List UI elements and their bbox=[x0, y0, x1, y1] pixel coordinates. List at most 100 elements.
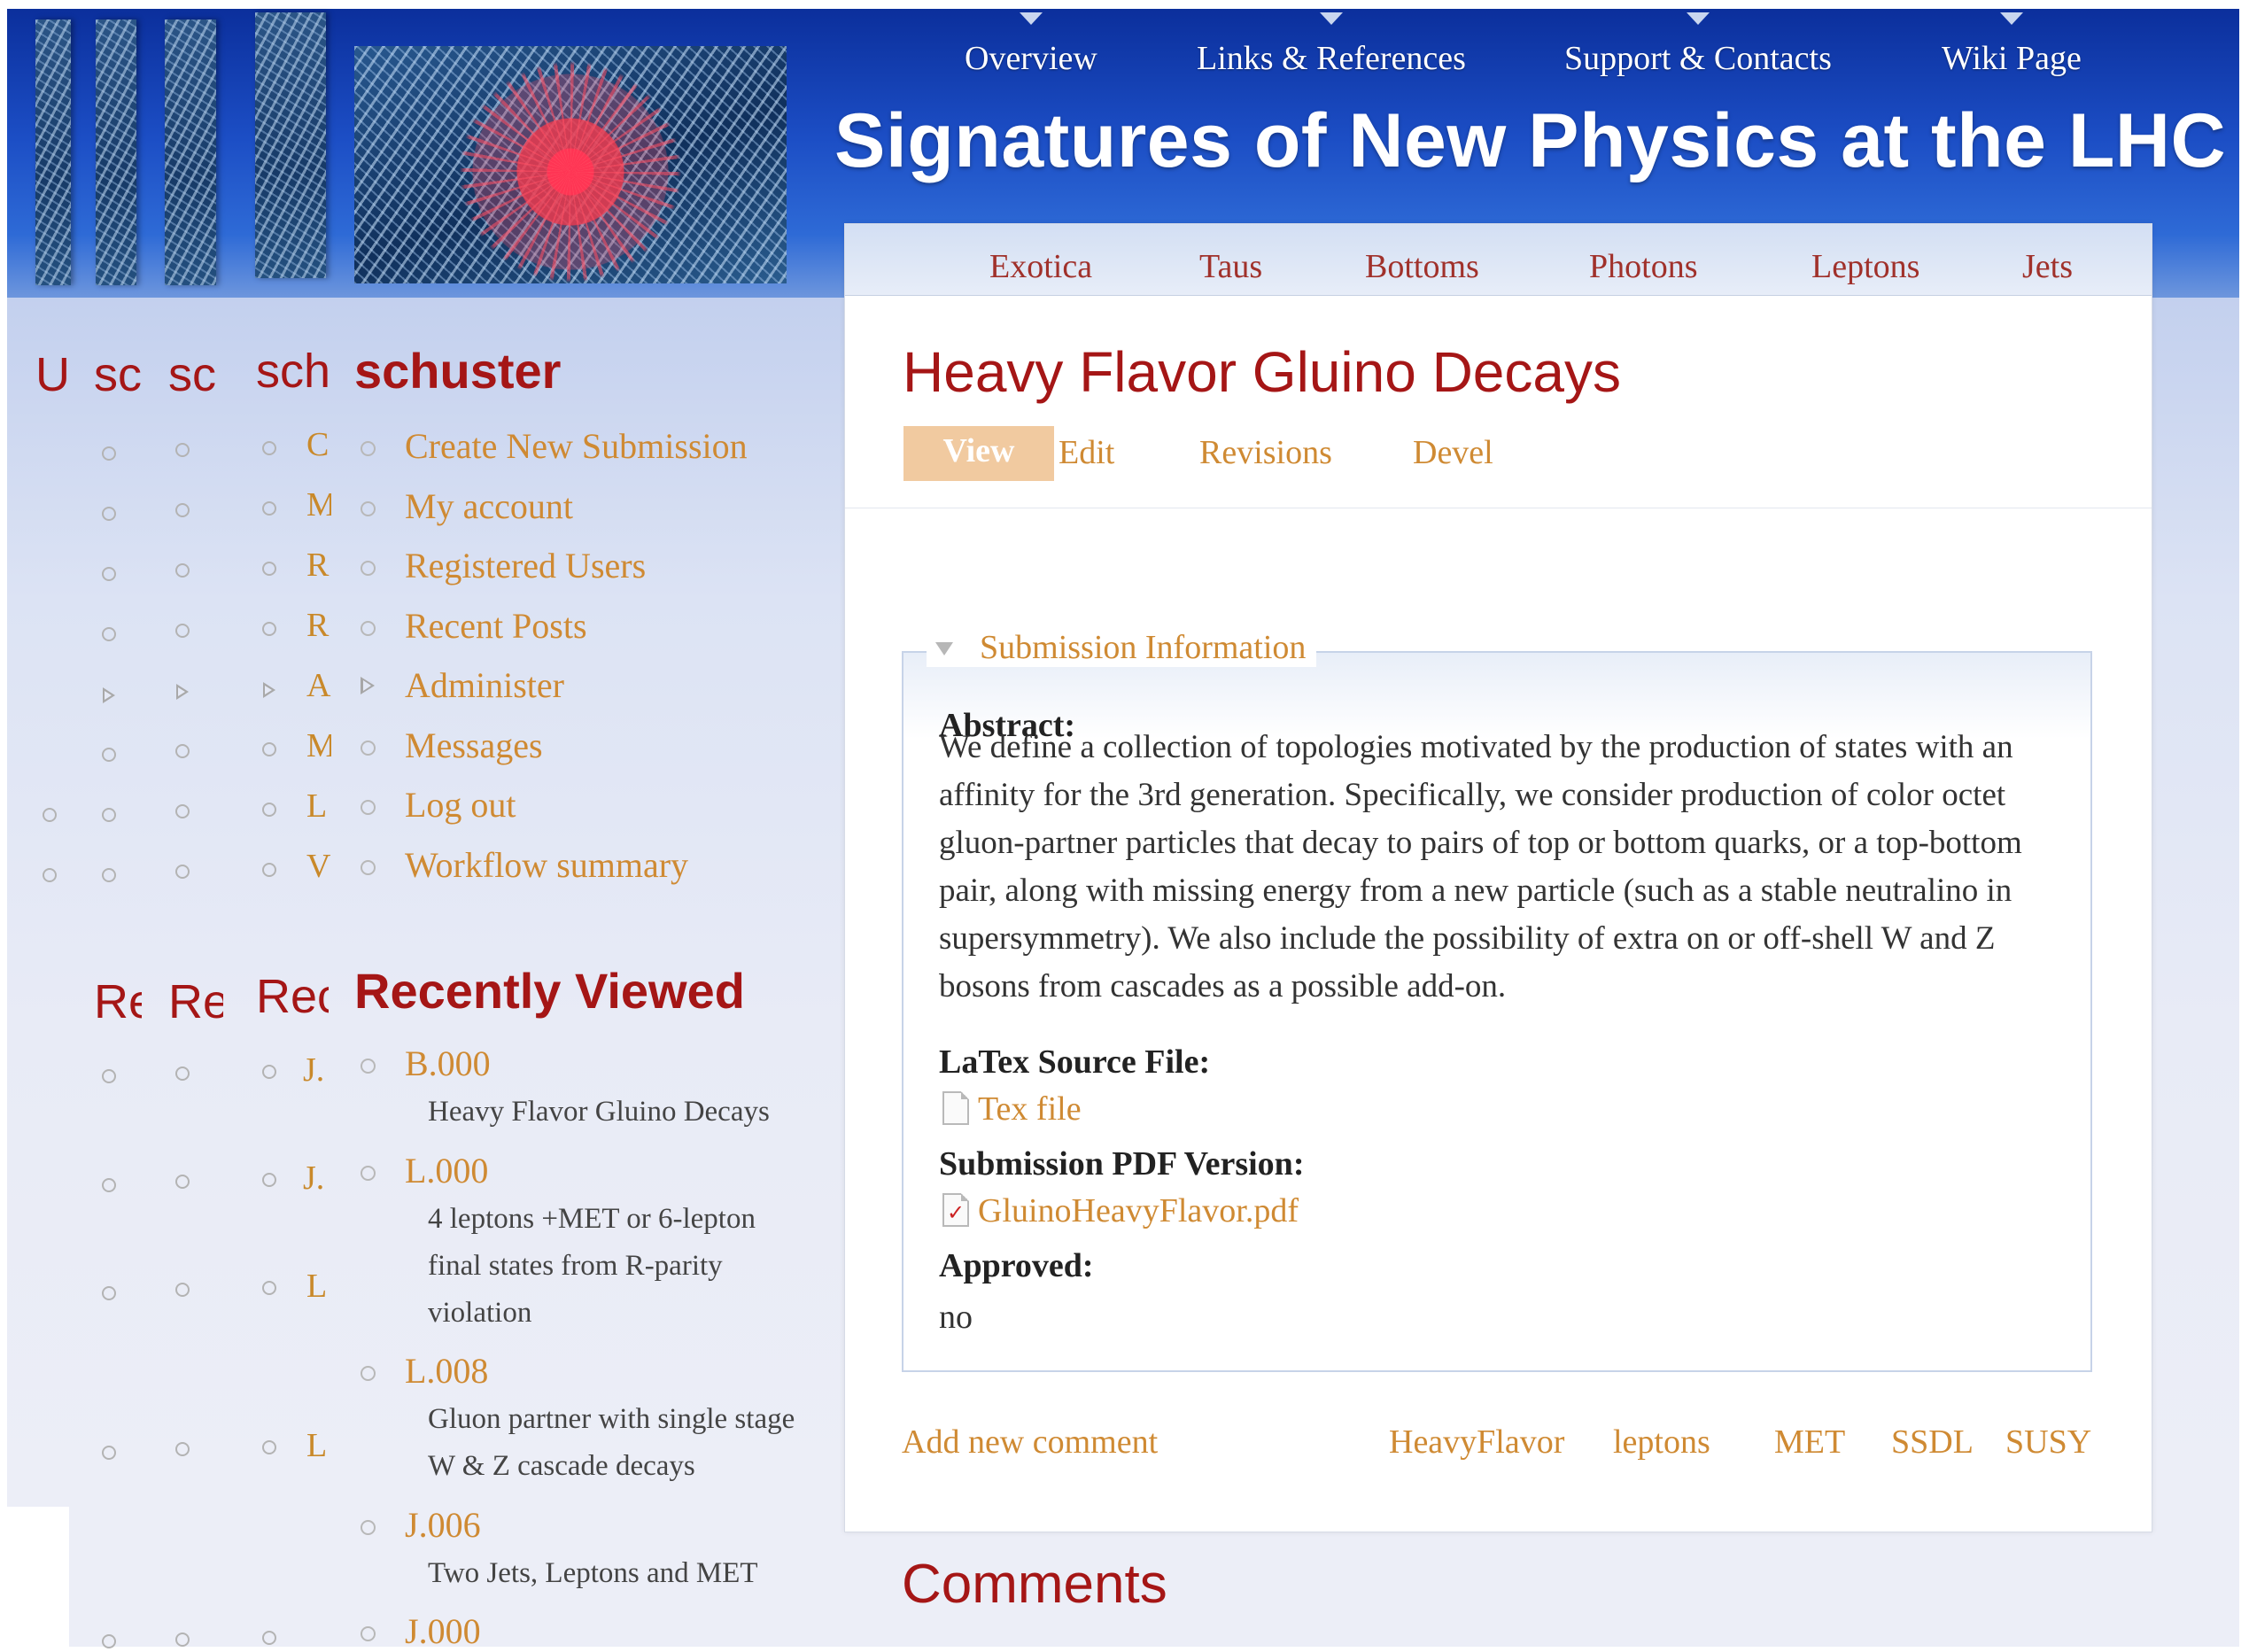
ghost-menu-initial: R bbox=[306, 607, 330, 644]
recent-item-description: Gluon partner with single stage W & Z ca… bbox=[428, 1403, 795, 1482]
tab-bottoms[interactable]: Bottoms bbox=[1365, 247, 1479, 286]
ghost-heading: Re bbox=[94, 975, 142, 1028]
tab-exotica[interactable]: Exotica bbox=[989, 247, 1092, 286]
nav-label: Overview bbox=[965, 40, 1097, 77]
ghost-bullet-icon bbox=[262, 1065, 276, 1079]
pdf-label: Submission PDF Version: bbox=[939, 1145, 1305, 1183]
ghost-bullet-icon bbox=[262, 1631, 276, 1645]
bullet-icon bbox=[361, 1366, 376, 1381]
recent-item-description: Heavy Flavor Gluino Decays bbox=[428, 1096, 770, 1128]
nav-caret-icon bbox=[1319, 12, 1343, 25]
bullet-icon bbox=[361, 1059, 376, 1074]
menu-link[interactable]: Log out bbox=[405, 784, 516, 826]
ghost-bullet-icon bbox=[262, 1440, 276, 1454]
menu-link[interactable]: Registered Users bbox=[405, 545, 646, 586]
recent-item-link[interactable]: J.006 bbox=[405, 1504, 481, 1546]
ghost-bullet-icon bbox=[262, 1173, 276, 1187]
ghost-bullet-icon bbox=[102, 868, 116, 882]
ghost-bullet-icon bbox=[102, 446, 116, 461]
ghost-expand-icon bbox=[176, 684, 189, 700]
fieldset-legend-toggle[interactable]: Submission Information bbox=[927, 628, 1317, 667]
recent-item-description: 4 leptons +MET or 6-lepton final states … bbox=[428, 1203, 756, 1329]
ghost-menu-initial: M bbox=[306, 727, 331, 764]
add-comment-link[interactable]: Add new comment bbox=[902, 1423, 1158, 1462]
tab-leptons[interactable]: Leptons bbox=[1811, 247, 1919, 286]
ghost-bullet-icon bbox=[262, 441, 276, 455]
tab-photons[interactable]: Photons bbox=[1589, 247, 1697, 286]
ghost-bullet-icon bbox=[102, 1286, 116, 1300]
ghost-bullet-icon bbox=[175, 1442, 190, 1456]
tab-taus[interactable]: Taus bbox=[1199, 247, 1262, 286]
menu-link[interactable]: Messages bbox=[405, 725, 543, 766]
abstract-text: We define a collection of topologies mot… bbox=[939, 729, 2022, 1004]
ghost-recent-initial: J. bbox=[303, 1160, 325, 1197]
ghost-bullet-icon bbox=[102, 1446, 116, 1460]
ghost-bullet-icon bbox=[262, 863, 276, 877]
ghost-bullet-icon bbox=[102, 567, 116, 581]
menu-link[interactable]: Workflow summary bbox=[405, 844, 688, 886]
ghost-menu-initial: L bbox=[306, 787, 328, 825]
ghost-bullet-icon bbox=[262, 742, 276, 756]
ghost-heading: sc bbox=[168, 348, 216, 401]
bullet-icon bbox=[361, 800, 376, 815]
tab-devel[interactable]: Devel bbox=[1413, 433, 1493, 472]
ghost-bullet-icon bbox=[43, 808, 57, 822]
collapse-triangle-icon bbox=[935, 641, 953, 655]
fieldset-legend-label: Submission Information bbox=[980, 629, 1307, 666]
tab-revisions[interactable]: Revisions bbox=[1199, 433, 1332, 472]
menu-link[interactable]: Create New Submission bbox=[405, 425, 748, 467]
ghost-menu-initial: C bbox=[306, 426, 330, 463]
nav-caret-icon bbox=[1686, 12, 1710, 25]
bullet-icon bbox=[361, 621, 376, 636]
tab-view[interactable]: View bbox=[903, 426, 1054, 481]
tag-link[interactable]: MET bbox=[1774, 1423, 1845, 1462]
recent-item-link[interactable]: B.000 bbox=[405, 1043, 491, 1084]
node-local-tabs: View Edit Revisions Devel bbox=[903, 426, 2108, 483]
ghost-recent-initial: L bbox=[306, 1427, 328, 1464]
menu-link[interactable]: Recent Posts bbox=[405, 605, 587, 647]
bullet-icon bbox=[361, 501, 376, 516]
latex-file-link[interactable]: Tex file bbox=[978, 1090, 1082, 1128]
ghost-bullet-icon bbox=[102, 1069, 116, 1083]
ghost-bullet-icon bbox=[175, 624, 190, 638]
menu-link[interactable]: Administer bbox=[405, 664, 564, 706]
nav-caret-icon bbox=[1999, 12, 2023, 25]
approved-value: no bbox=[939, 1299, 973, 1336]
ghost-bullet-icon bbox=[175, 865, 190, 879]
nav-wiki-page[interactable]: Wiki Page bbox=[1942, 12, 2082, 78]
recent-item-link[interactable]: L.000 bbox=[405, 1150, 488, 1191]
tag-link[interactable]: leptons bbox=[1613, 1423, 1710, 1462]
expand-triangle-icon bbox=[361, 677, 375, 694]
tag-link[interactable]: HeavyFlavor bbox=[1389, 1423, 1564, 1462]
tag-link[interactable]: SUSY bbox=[2005, 1423, 2091, 1462]
ghost-expand-icon bbox=[263, 682, 275, 698]
ghost-bullet-icon bbox=[175, 563, 190, 578]
bullet-icon bbox=[361, 1626, 376, 1641]
top-nav: Overview Links & References Support & Co… bbox=[0, 12, 2249, 83]
recent-item-link[interactable]: L.008 bbox=[405, 1350, 488, 1392]
nav-support-contacts[interactable]: Support & Contacts bbox=[1564, 12, 1832, 78]
bullet-icon bbox=[361, 860, 376, 875]
ghost-bullet-icon bbox=[175, 1283, 190, 1297]
tab-edit[interactable]: Edit bbox=[1059, 433, 1114, 472]
latex-label: LaTex Source File: bbox=[939, 1043, 1211, 1081]
pdf-file-link[interactable]: GluinoHeavyFlavor.pdf bbox=[978, 1191, 1299, 1230]
site-title: Signatures of New Physics at the LHC bbox=[834, 98, 2227, 183]
ghost-heading: U bbox=[35, 348, 70, 401]
nav-links-references[interactable]: Links & References bbox=[1197, 12, 1466, 78]
recent-item-description: Two Jets, Leptons and MET bbox=[428, 1557, 758, 1589]
nav-overview[interactable]: Overview bbox=[965, 12, 1097, 78]
nav-caret-icon bbox=[1019, 12, 1043, 25]
tag-link[interactable]: SSDL bbox=[1891, 1423, 1974, 1462]
ghost-heading: sc bbox=[94, 348, 142, 401]
menu-link[interactable]: My account bbox=[405, 485, 573, 527]
nav-label: Wiki Page bbox=[1942, 40, 2082, 77]
ghost-bullet-icon bbox=[102, 748, 116, 762]
recent-item-link[interactable]: J.000 bbox=[405, 1610, 481, 1652]
ghost-bullet-icon bbox=[262, 501, 276, 516]
content-panel: Exotica Taus Bottoms Photons Leptons Jet… bbox=[844, 223, 2152, 1615]
recently-viewed-heading: Recently Viewed bbox=[354, 963, 745, 1019]
tab-jets[interactable]: Jets bbox=[2022, 247, 2073, 286]
bullet-icon bbox=[361, 1520, 376, 1535]
pdf-mark-icon: ✓ bbox=[947, 1200, 966, 1225]
